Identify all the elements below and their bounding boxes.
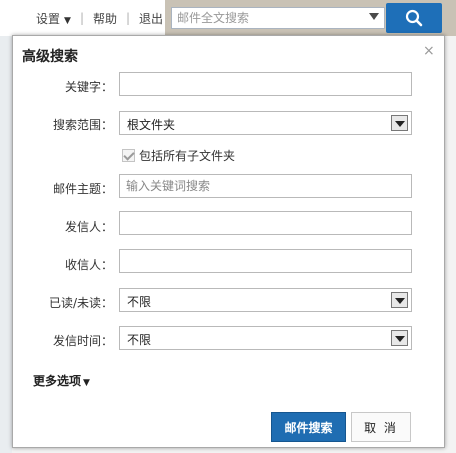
sender-field	[119, 211, 412, 235]
chevron-down-icon[interactable]	[391, 292, 408, 308]
mail-search-box	[171, 7, 385, 29]
recipient-input[interactable]	[120, 250, 411, 272]
scope-value: 根文件夹	[127, 118, 176, 132]
triangle-down-icon: ▼	[83, 378, 90, 388]
page-background	[0, 36, 12, 453]
read-status-select[interactable]: 不限	[119, 288, 412, 312]
send-time-label: 发信时间：	[52, 334, 113, 348]
keyword-field	[119, 72, 412, 96]
mail-search-button[interactable]: 邮件搜索	[271, 412, 346, 442]
divider: |	[79, 11, 84, 25]
sender-input[interactable]	[120, 212, 411, 234]
include-subfolders-checkbox[interactable]	[122, 149, 135, 162]
cancel-button[interactable]: 取 消	[351, 412, 411, 442]
advanced-search-dialog: 高级搜索 × 关键字： 搜索范围： 根文件夹 包括所有子文件夹 邮件主题： 发信…	[12, 35, 445, 448]
recipient-label: 收信人：	[64, 258, 113, 272]
send-time-select[interactable]: 不限	[119, 326, 412, 350]
keyword-input[interactable]	[120, 73, 411, 95]
sender-label: 发信人：	[64, 220, 113, 234]
top-links: 设置 ▼ | 帮助 | 退出	[36, 0, 163, 36]
read-status-label: 已读/未读：	[48, 296, 113, 310]
search-icon	[405, 9, 423, 27]
help-link[interactable]: 帮助	[93, 10, 117, 27]
subject-label: 邮件主题：	[52, 182, 113, 196]
close-icon[interactable]: ×	[423, 44, 435, 58]
top-bar: 设置 ▼ | 帮助 | 退出	[0, 0, 456, 36]
scope-select[interactable]: 根文件夹	[119, 111, 412, 135]
dialog-title: 高级搜索	[22, 49, 78, 65]
settings-link[interactable]: 设置 ▼	[36, 10, 71, 27]
chevron-down-icon[interactable]	[391, 330, 408, 346]
read-status-value: 不限	[127, 295, 152, 309]
more-options-toggle[interactable]: 更多选项 ▼	[33, 372, 90, 389]
search-dropdown-icon[interactable]	[369, 13, 379, 20]
send-time-value: 不限	[127, 333, 152, 347]
dropdown-arrow-icon: ▼	[64, 15, 71, 26]
include-subfolders-label: 包括所有子文件夹	[139, 149, 236, 163]
keyword-label: 关键字：	[64, 80, 113, 94]
subject-input[interactable]	[120, 175, 411, 197]
subject-field	[119, 174, 412, 198]
logout-link[interactable]: 退出	[139, 10, 163, 27]
divider: |	[126, 11, 131, 25]
include-subfolders[interactable]: 包括所有子文件夹	[122, 147, 235, 164]
chevron-down-icon[interactable]	[391, 115, 408, 131]
mail-search-input[interactable]	[172, 8, 358, 28]
recipient-field	[119, 249, 412, 273]
scope-label: 搜索范围：	[52, 118, 113, 132]
search-button[interactable]	[386, 3, 442, 33]
